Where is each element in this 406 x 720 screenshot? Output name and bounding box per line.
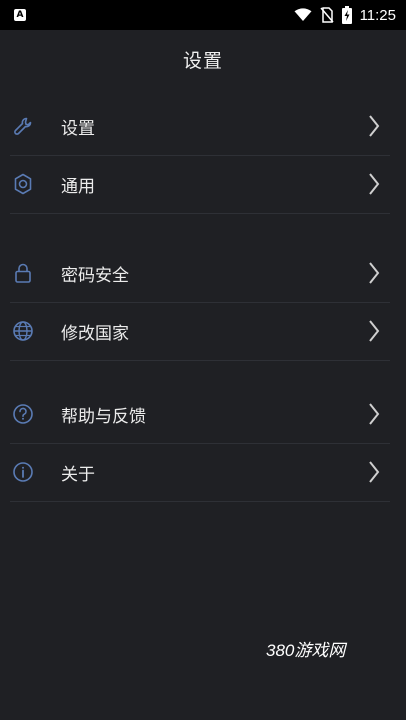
menu-item-general[interactable]: 通用 [0, 155, 406, 213]
divider [10, 360, 390, 361]
help-circle-icon [13, 404, 33, 424]
divider [10, 501, 390, 502]
chevron-right-icon [369, 173, 380, 195]
menu-item-about[interactable]: 关于 [0, 443, 406, 501]
chevron-right-icon [369, 115, 380, 137]
menu-item-password-security[interactable]: 密码安全 [0, 244, 406, 302]
divider [10, 213, 390, 214]
watermark-text: 380游戏网 [266, 641, 346, 660]
no-sim-icon [319, 7, 334, 23]
status-time: 11:25 [359, 6, 396, 24]
chevron-right-icon [369, 262, 380, 284]
chevron-right-icon [369, 320, 380, 342]
wifi-icon [294, 8, 312, 21]
chevron-right-icon [369, 403, 380, 425]
menu-item-settings[interactable]: 设置 [0, 97, 406, 155]
page-title: 设置 [182, 50, 223, 72]
menu-item-label: 通用 [61, 177, 95, 197]
lock-icon [15, 263, 31, 283]
menu-item-change-country[interactable]: 修改国家 [0, 302, 406, 360]
gear-icon [14, 173, 32, 195]
info-circle-icon [13, 462, 33, 482]
menu-item-label: 密码安全 [61, 266, 129, 286]
wrench-icon [14, 117, 32, 135]
menu-item-help-feedback[interactable]: 帮助与反馈 [0, 385, 406, 443]
menu-item-label: 设置 [61, 119, 95, 139]
menu-item-label: 关于 [61, 465, 95, 485]
chevron-right-icon [369, 461, 380, 483]
menu-item-label: 帮助与反馈 [61, 407, 146, 427]
globe-icon [13, 321, 33, 341]
notification-icon: A [14, 9, 26, 21]
status-bar: A 11:25 [0, 0, 406, 30]
battery-charging-icon [341, 6, 352, 24]
menu-item-label: 修改国家 [61, 324, 129, 344]
